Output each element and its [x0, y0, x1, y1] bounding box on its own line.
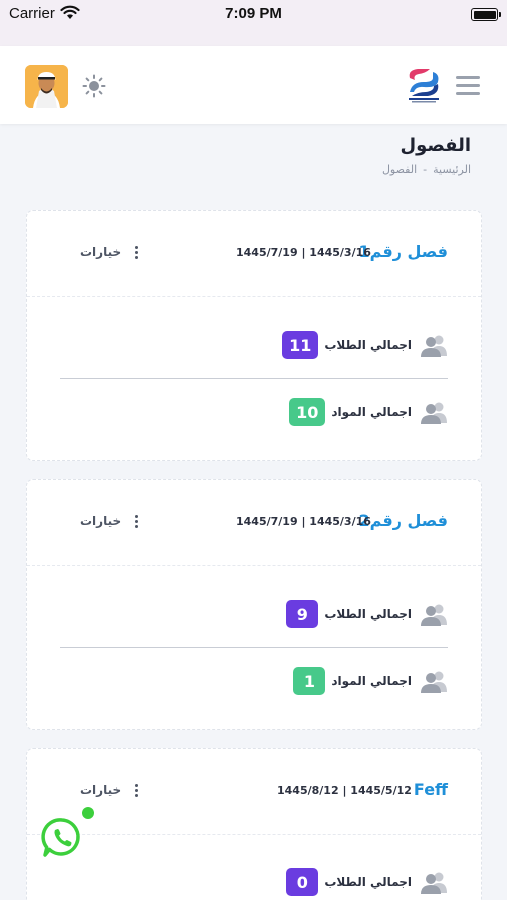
top-navbar — [0, 46, 507, 124]
students-label: اجمالي الطلاب — [324, 338, 412, 352]
class-dates: 1445/8/12 | 1445/5/12 — [277, 784, 412, 797]
sun-icon — [82, 74, 106, 98]
class-name[interactable]: Feff — [414, 780, 448, 799]
online-status-dot — [82, 807, 94, 819]
status-bar: Carrier 7:09 PM — [0, 0, 507, 46]
subjects-label: اجمالي المواد — [331, 405, 412, 419]
class-dates: 1445/7/19 | 1445/3/16 — [236, 246, 371, 259]
kebab-menu-icon[interactable] — [135, 784, 139, 798]
class-card: فصل رقم1 1445/7/19 | 1445/3/16 خيارات اج… — [26, 210, 482, 461]
clock: 7:09 PM — [225, 5, 282, 22]
students-count-badge: 0 — [286, 868, 319, 896]
class-card-header: Feff 1445/8/12 | 1445/5/12 خيارات — [27, 749, 481, 835]
students-count-badge: 11 — [282, 331, 319, 359]
students-count-badge: 9 — [286, 600, 319, 628]
students-stat: اجمالي الطلاب 11 — [282, 330, 448, 360]
kebab-menu-icon[interactable] — [135, 515, 139, 529]
divider — [60, 378, 448, 379]
options-button[interactable]: خيارات — [80, 245, 121, 259]
breadcrumb: الرئيسية-الفصول — [382, 163, 471, 176]
subjects-count-badge: 10 — [289, 398, 326, 426]
battery-icon — [471, 8, 501, 21]
breadcrumb-current: الفصول — [381, 163, 418, 176]
user-avatar[interactable] — [25, 65, 68, 108]
users-icon — [421, 335, 447, 357]
whatsapp-icon — [41, 818, 80, 857]
class-name[interactable]: فصل رقم1 — [359, 242, 448, 261]
students-label: اجمالي الطلاب — [324, 875, 412, 889]
class-card-header: فصل رقم2 1445/7/19 | 1445/3/16 خيارات — [27, 480, 481, 566]
theme-toggle-button[interactable] — [82, 74, 106, 98]
subjects-stat: اجمالي المواد 1 — [293, 666, 448, 696]
whatsapp-button[interactable] — [40, 816, 84, 860]
subjects-stat: اجمالي المواد 10 — [289, 397, 448, 427]
breadcrumb-home[interactable]: الرئيسية — [433, 163, 471, 176]
students-label: اجمالي الطلاب — [324, 607, 412, 621]
users-icon — [421, 604, 447, 626]
app-logo[interactable] — [406, 66, 442, 104]
class-dates: 1445/7/19 | 1445/3/16 — [236, 515, 371, 528]
kebab-menu-icon[interactable] — [135, 246, 139, 260]
breadcrumb-separator: - — [423, 163, 428, 176]
avatar-icon — [25, 65, 68, 108]
menu-button[interactable] — [456, 76, 480, 96]
options-button[interactable]: خيارات — [80, 783, 121, 797]
subjects-label: اجمالي المواد — [331, 674, 412, 688]
options-button[interactable]: خيارات — [80, 514, 121, 528]
logo-icon — [409, 69, 439, 103]
students-stat: اجمالي الطلاب 9 — [286, 599, 448, 629]
class-card: Feff 1445/8/12 | 1445/5/12 خيارات اجمالي… — [26, 748, 482, 900]
class-card: فصل رقم2 1445/7/19 | 1445/3/16 خيارات اج… — [26, 479, 482, 730]
users-icon — [421, 872, 447, 894]
class-card-header: فصل رقم1 1445/7/19 | 1445/3/16 خيارات — [27, 211, 481, 297]
divider — [60, 647, 448, 648]
users-icon — [421, 402, 447, 424]
hamburger-icon — [456, 76, 480, 79]
subjects-count-badge: 1 — [293, 667, 326, 695]
page-title: الفصول — [400, 135, 471, 156]
students-stat: اجمالي الطلاب 0 — [286, 867, 448, 897]
class-name[interactable]: فصل رقم2 — [359, 511, 448, 530]
users-icon — [421, 671, 447, 693]
